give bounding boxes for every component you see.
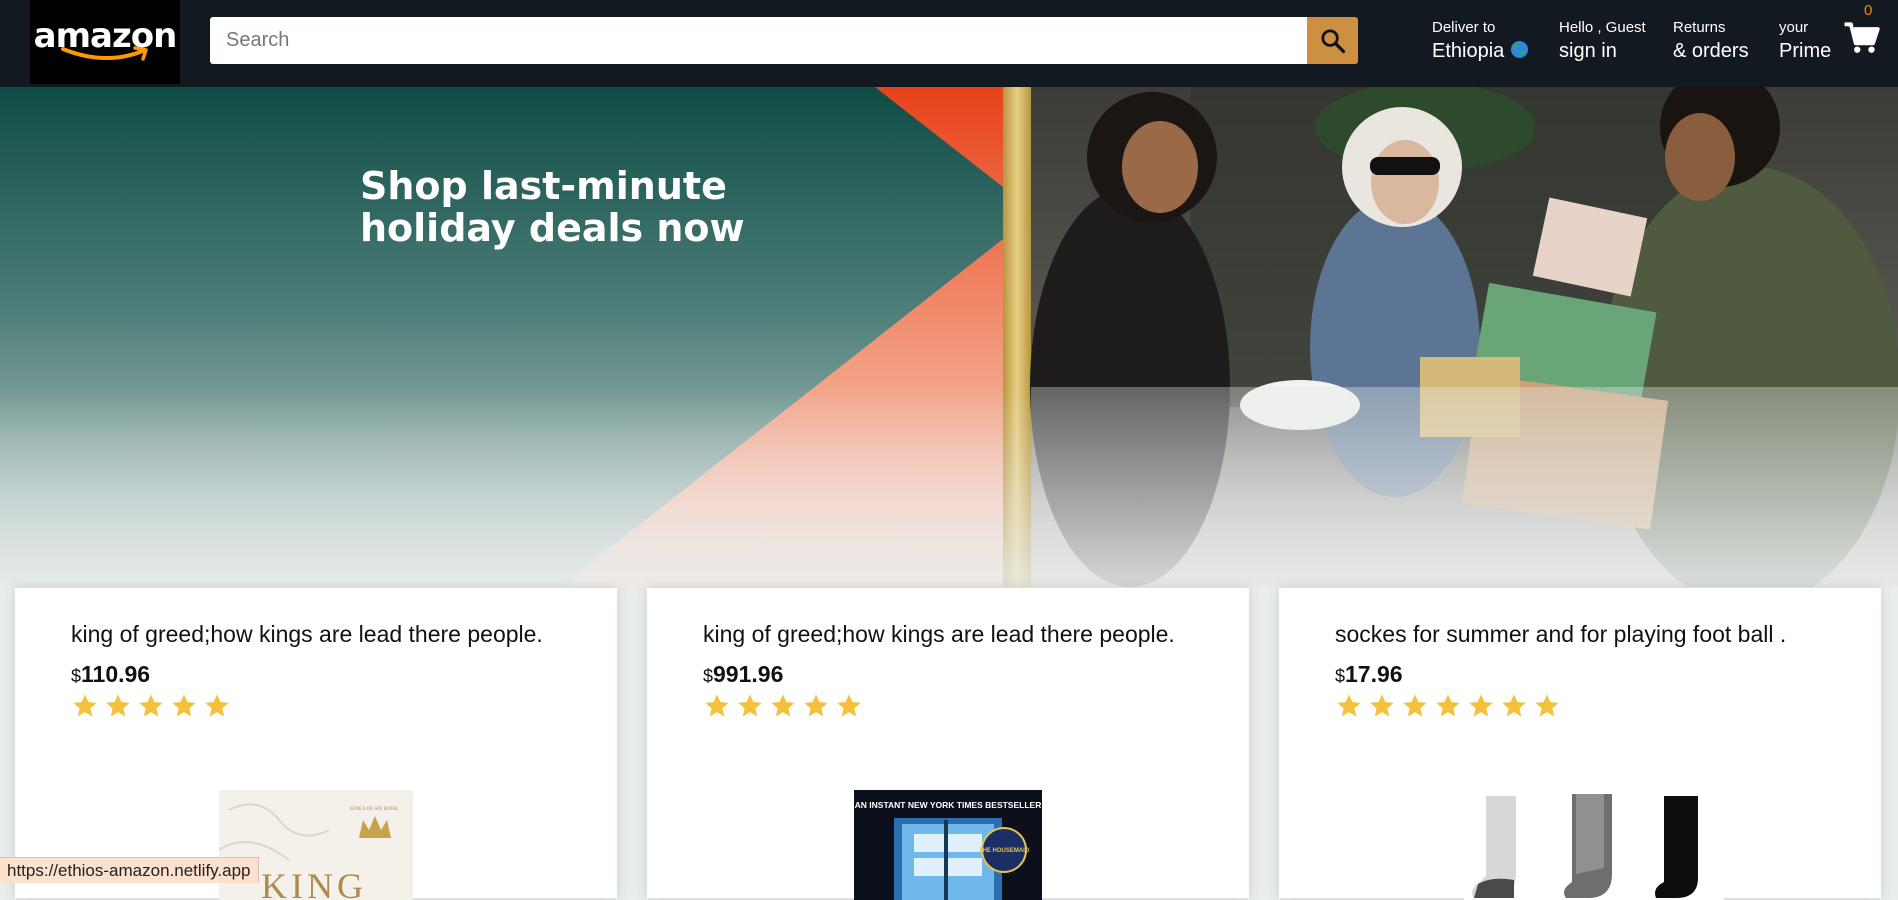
product-price: $991.96 (703, 661, 783, 688)
star-icon (705, 694, 729, 717)
price-amount: 17.96 (1345, 661, 1403, 687)
product-image: AN INSTANT NEW YORK TIMES BESTSELLER THE… (854, 790, 1042, 900)
cart-icon (1844, 22, 1880, 53)
globe-icon (1510, 40, 1528, 59)
product-rating (1335, 692, 1561, 720)
hero-title: Shop last-minute holiday deals now (360, 165, 860, 249)
search-input[interactable] (210, 17, 1307, 64)
star-icon (73, 694, 97, 717)
price-currency: $ (703, 666, 714, 686)
product-title: sockes for summer and for playing foot b… (1335, 621, 1787, 647)
product-rating (703, 692, 863, 720)
amazon-logo[interactable]: amazon (30, 0, 180, 84)
product-title: king of greed;how kings are lead there p… (71, 621, 543, 647)
star-icon (172, 694, 196, 717)
price-currency: $ (1335, 666, 1346, 686)
hero-title-line-2: holiday deals now (360, 206, 745, 250)
product-price: $17.96 (1335, 661, 1403, 688)
star-icon (139, 694, 163, 717)
returns-label: Returns (1673, 19, 1726, 36)
product-card[interactable]: king of greed;how kings are lead there p… (647, 588, 1249, 900)
status-url-bar: https://ethios-amazon.netlify.app (0, 857, 259, 883)
book-badge: THE HOUSEMAID (979, 848, 1030, 854)
search-icon (1320, 28, 1345, 53)
book-cover-title: KING (261, 866, 367, 900)
hero-fade-overlay (0, 387, 1898, 587)
socks-image (1464, 788, 1724, 900)
sign-in-link: sign in (1559, 40, 1617, 62)
product-card[interactable]: king of greed;how kings are lead there p… (15, 588, 617, 900)
search-button[interactable] (1307, 17, 1358, 64)
star-icon (738, 694, 762, 717)
star-icon (106, 694, 130, 717)
product-image (1464, 788, 1724, 900)
star-icon (1337, 694, 1361, 717)
hero-title-line-1: Shop last-minute (360, 164, 727, 208)
prime-label: Prime (1779, 40, 1832, 62)
star-icon (1502, 694, 1526, 717)
deliver-to-option[interactable]: Deliver to Ethiopia (1432, 18, 1529, 64)
prime-option[interactable]: your Prime (1779, 18, 1831, 64)
book-cover-housemaid: AN INSTANT NEW YORK TIMES BESTSELLER THE… (854, 790, 1042, 900)
product-card[interactable]: sockes for summer and for playing foot b… (1279, 588, 1881, 900)
star-icon (1403, 694, 1427, 717)
price-currency: $ (71, 666, 82, 686)
cart-count: 0 (1864, 2, 1873, 19)
star-icon (1469, 694, 1493, 717)
book-series-label: KINGS OF SIN BOOK (350, 807, 398, 812)
product-price: $110.96 (71, 661, 150, 688)
search-bar (210, 17, 1358, 64)
greeting-label: Hello , Guest (1559, 19, 1646, 36)
star-icon (1436, 694, 1460, 717)
book-tagline: AN INSTANT NEW YORK TIMES BESTSELLER (855, 800, 1042, 810)
logo-smile-icon (61, 46, 148, 61)
orders-label: & orders (1673, 40, 1749, 62)
price-amount: 110.96 (81, 661, 151, 687)
cart-button[interactable]: 0 (1843, 2, 1881, 65)
star-icon (804, 694, 828, 717)
product-title: king of greed;how kings are lead there p… (703, 621, 1175, 647)
deliver-country: Ethiopia (1432, 40, 1505, 62)
prime-label-top: your (1779, 19, 1809, 36)
account-option[interactable]: Hello , Guest sign in (1559, 18, 1646, 64)
star-icon (205, 694, 229, 717)
star-icon (771, 694, 795, 717)
star-icon (1535, 694, 1559, 717)
product-rating (71, 692, 231, 720)
returns-orders-option[interactable]: Returns & orders (1673, 18, 1749, 64)
star-icon (837, 694, 861, 717)
price-amount: 991.96 (713, 661, 784, 687)
star-icon (1370, 694, 1394, 717)
hero-banner[interactable]: Shop last-minute holiday deals now (0, 87, 1898, 587)
top-nav-bar: amazon Deliver to Ethiopia Hello , Guest… (0, 0, 1898, 87)
deliver-label: Deliver to (1432, 19, 1496, 36)
